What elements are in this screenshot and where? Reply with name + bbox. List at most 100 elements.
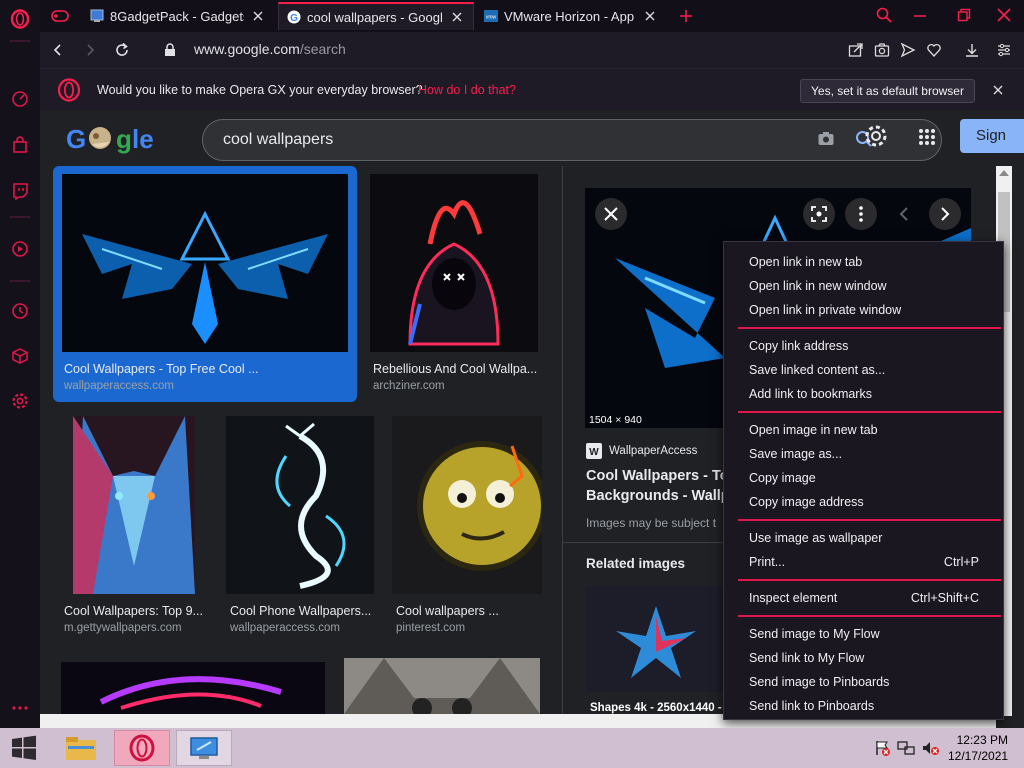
result-title[interactable]: Rebellious And Cool Wallpa... [373,362,539,376]
google-doodle-logo[interactable]: G g le [64,122,160,156]
search-tabs-icon[interactable] [874,5,894,25]
menu-item-copy-link-address[interactable]: Copy link address [724,334,1003,358]
gx-control-icon[interactable] [9,88,31,110]
windows-start-icon[interactable] [6,730,42,766]
extensions-cube-icon[interactable] [9,345,31,367]
menu-item-send-link-to-my-flow[interactable]: Send link to My Flow [724,646,1003,670]
tab-strip: 8GadgetPack - Gadgets for G cool wallpap… [40,0,1024,32]
menu-item-label: Send link to My Flow [749,651,865,665]
shopping-bag-icon[interactable] [9,134,31,156]
more-dots-icon[interactable] [9,697,31,719]
tab-vmware-horizon[interactable]: vmw VMware Horizon - App and [476,2,666,30]
file-explorer-icon[interactable] [58,730,104,766]
menu-item-label: Copy image address [749,495,864,509]
set-default-browser-button[interactable]: Yes, set it as default browser [800,79,975,103]
tab-cool-wallpapers[interactable]: G cool wallpapers - Google S [278,2,474,30]
menu-separator [738,615,1001,617]
menu-item-copy-image-address[interactable]: Copy image address [724,490,1003,514]
lens-search-icon[interactable] [803,198,835,230]
lock-icon[interactable] [160,40,180,60]
menu-item-save-linked-content-as[interactable]: Save linked content as... [724,358,1003,382]
back-arrow-icon[interactable] [48,40,68,60]
close-window-icon[interactable] [994,5,1014,25]
result-title[interactable]: Cool Wallpapers - Top Free Cool ... [64,362,354,376]
preview-site[interactable]: WallpaperAccess [609,445,697,457]
menu-item-send-link-to-pinboards[interactable]: Send link to Pinboards [724,694,1003,718]
menu-item-shortcut: Ctrl+P [943,555,979,569]
url-field[interactable]: www.google.com/search [194,41,346,57]
result-image-4[interactable] [226,416,374,594]
result-image-2[interactable] [370,174,538,352]
settings-gear-icon[interactable] [864,124,888,153]
restore-icon[interactable] [954,5,974,25]
menu-item-label: Open image in new tab [749,423,878,437]
next-arrow-icon[interactable] [929,198,961,230]
close-icon[interactable] [988,80,1008,100]
new-tab-plus-icon[interactable] [676,6,696,26]
more-options-icon[interactable] [845,198,877,230]
close-icon[interactable] [449,9,465,25]
result-title[interactable]: Cool Phone Wallpapers... [230,604,375,618]
settings-gear-icon[interactable] [9,390,31,412]
easy-setup-icon[interactable] [994,40,1014,60]
search-input[interactable]: cool wallpapers [223,131,333,149]
rdp-taskbar-button[interactable] [176,730,232,766]
reload-icon[interactable] [112,40,132,60]
result-image-3[interactable] [73,416,195,594]
action-center-flag-icon[interactable] [872,730,892,766]
menu-item-print[interactable]: Print... Ctrl+P [724,550,1003,574]
apps-grid-icon[interactable] [918,128,936,151]
menu-item-add-link-to-bookmarks[interactable]: Add link to bookmarks [724,382,1003,406]
player-icon[interactable] [9,238,31,260]
opera-gx-taskbar-button[interactable] [114,730,170,766]
camera-search-icon[interactable] [817,130,835,153]
opera-sidebar [0,0,40,728]
notice-help-link[interactable]: How do I do that? [418,83,516,97]
preview-title-line2[interactable]: Backgrounds - Wallp [586,488,730,504]
camera-snapshot-icon[interactable] [872,40,892,60]
result-image-5[interactable] [392,416,542,594]
menu-item-send-image-to-pinboards[interactable]: Send image to Pinboards [724,670,1003,694]
minimize-icon[interactable] [910,5,930,25]
related-caption[interactable]: Shapes 4k - 2560x1440 - [590,702,722,714]
menu-item-label: Copy link address [749,339,849,353]
menu-item-copy-image[interactable]: Copy image [724,466,1003,490]
sign-in-button[interactable]: Sign [960,119,1024,153]
menu-item-open-image-in-new-tab[interactable]: Open image in new tab [724,418,1003,442]
close-icon[interactable] [250,8,266,24]
menu-item-use-image-as-wallpaper[interactable]: Use image as wallpaper [724,526,1003,550]
gamepad-icon[interactable] [50,6,70,26]
preview-title-line1[interactable]: Cool Wallpapers - To [586,468,729,484]
history-clock-icon[interactable] [9,300,31,322]
previous-arrow-icon[interactable] [888,198,920,230]
network-icon[interactable] [896,730,916,766]
system-clock[interactable]: 12:23 PM 12/17/2021 [948,732,1008,764]
share-icon[interactable] [846,40,866,60]
forward-arrow-icon[interactable] [80,40,100,60]
svg-text:G: G [290,13,298,24]
volume-muted-icon[interactable] [920,730,940,766]
result-image-1[interactable] [62,174,348,352]
menu-item-save-image-as[interactable]: Save image as... [724,442,1003,466]
menu-item-send-image-to-my-flow[interactable]: Send image to My Flow [724,622,1003,646]
search-box[interactable]: cool wallpapers [202,119,942,161]
related-image-1[interactable] [586,586,726,692]
menu-separator [738,519,1001,521]
result-image-6[interactable] [61,662,325,714]
heart-bookmark-icon[interactable] [924,40,944,60]
twitch-icon[interactable] [9,180,31,202]
tab-8gadgetpack[interactable]: 8GadgetPack - Gadgets for [82,2,274,30]
result-image-7[interactable] [344,658,540,714]
send-arrow-icon[interactable] [898,40,918,60]
menu-item-open-link-in-private-window[interactable]: Open link in private window [724,298,1003,322]
opera-menu-icon[interactable] [9,8,31,30]
menu-item-label: Save image as... [749,447,843,461]
result-title[interactable]: Cool Wallpapers: Top 9... [64,604,214,618]
result-title[interactable]: Cool wallpapers ... [396,604,546,618]
download-icon[interactable] [962,40,982,60]
menu-item-open-link-in-new-tab[interactable]: Open link in new tab [724,250,1003,274]
close-preview-button[interactable] [595,198,627,230]
close-icon[interactable] [642,8,658,24]
menu-item-open-link-in-new-window[interactable]: Open link in new window [724,274,1003,298]
menu-item-inspect-element[interactable]: Inspect element Ctrl+Shift+C [724,586,1003,610]
